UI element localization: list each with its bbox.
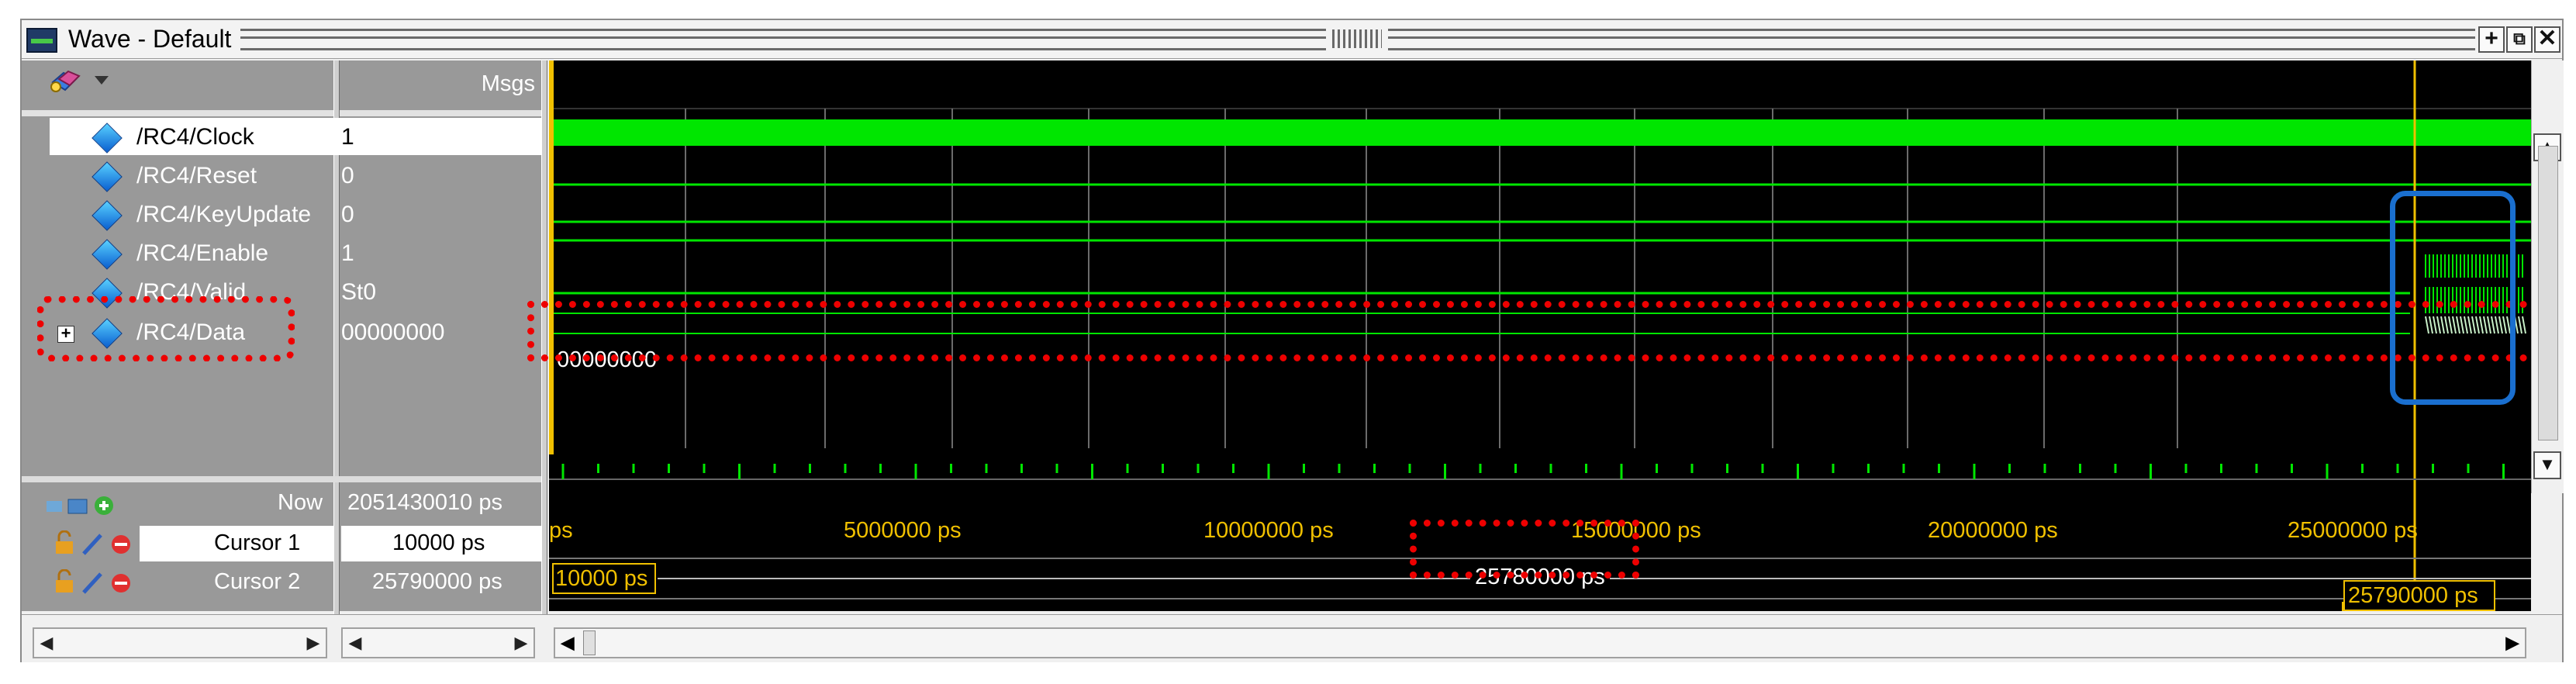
highlight-box-wave [527,301,2528,361]
wave-app-icon [26,28,57,53]
cursor1-marker-text: 10000 ps [555,566,648,591]
signal-diamond-icon [92,161,123,192]
signal-diamond-icon [92,200,123,231]
highlight-box-delta [1410,520,1639,579]
dock-plus-icon[interactable]: + [2478,26,2505,53]
msgs-header: Msgs [481,71,535,96]
signal-diamond-icon [92,239,123,270]
cursor1-marker[interactable]: 10000 ps [552,563,656,594]
signal-value: 0 [341,202,354,227]
scroll-down-icon[interactable]: ▼ [2533,451,2561,479]
cursor1-icons[interactable] [53,530,146,558]
signal-name: /RC4/Clock [136,124,254,150]
signal-name: /RC4/Enable [136,240,269,266]
scroll-right-icon[interactable]: ▶ [510,632,532,654]
cursor-tools-icon[interactable] [45,492,138,520]
cursor2-marker-label[interactable]: 25790000 ps [2343,580,2495,611]
highlight-box-signals [37,296,295,361]
cursor-pane-divider [22,476,541,482]
horizontal-scrollbars: ◀ ▶ ◀ ▶ ◀ ▶ [22,614,2562,662]
now-label: Now [278,490,323,515]
tick-label: 10000000 ps [1203,518,1334,543]
title-grip-right [1388,29,2475,50]
scroll-right-icon[interactable]: ▶ [302,632,324,654]
scroll-thumb[interactable] [2538,146,2558,440]
close-icon[interactable]: ✕ [2534,26,2560,53]
signal-row[interactable]: /RC4/Clock 1 [22,118,541,157]
wave-layers-icon[interactable] [48,68,81,95]
signal-value: 1 [341,124,354,150]
tick-label: 20000000 ps [1928,518,2058,543]
signal-value: 1 [341,240,354,266]
value-pane-hscroll[interactable]: ◀ ▶ [341,627,535,658]
name-pane-hscroll[interactable]: ◀ ▶ [33,627,327,658]
scroll-thumb[interactable] [583,630,596,655]
tick-label: 25000000 ps [2288,518,2418,543]
undock-icon[interactable]: ⧉ [2506,26,2533,53]
cursor2-icons[interactable] [53,569,146,597]
signal-value: St0 [341,279,377,305]
scroll-right-icon[interactable]: ▶ [2502,632,2523,654]
signal-value: 0 [341,163,354,188]
title-bar[interactable]: Wave - Default + ⧉ ✕ [22,20,2562,59]
signal-value: 00000000 [341,320,445,345]
scroll-left-icon[interactable]: ◀ [344,632,366,654]
wave-hscroll[interactable]: ◀ ▶ [554,627,2526,658]
signal-row[interactable]: /RC4/KeyUpdate 0 [22,195,541,234]
signal-name: /RC4/KeyUpdate [136,202,312,227]
now-value: 2051430010 ps [347,490,502,515]
cursor1-line[interactable] [549,60,554,454]
clock-waveform [549,119,2531,146]
cursor1-value: 10000 ps [392,530,485,555]
scroll-left-icon[interactable]: ◀ [557,632,578,654]
highlight-box-activity [2390,191,2516,405]
pane-splitter[interactable] [541,60,547,662]
drag-handle[interactable] [1332,29,1382,48]
signal-name: /RC4/Reset [136,163,257,188]
chevron-down-icon[interactable] [95,76,109,85]
signal-row[interactable]: /RC4/Reset 0 [22,157,541,195]
signal-row[interactable]: /RC4/Enable 1 [22,234,541,273]
cursor1-label: Cursor 1 [214,530,301,555]
window-title: Wave - Default [68,25,232,53]
tick-label: 5000000 ps [844,518,962,543]
header-divider [22,110,541,116]
cursor2-label: Cursor 2 [214,569,301,594]
tick-label: ps [549,518,573,543]
title-grip-left [240,29,1326,50]
scroll-left-icon[interactable]: ◀ [36,632,57,654]
cursor2-value: 25790000 ps [372,569,502,594]
vertical-scrollbar[interactable]: ▲ ▼ [2531,60,2564,493]
